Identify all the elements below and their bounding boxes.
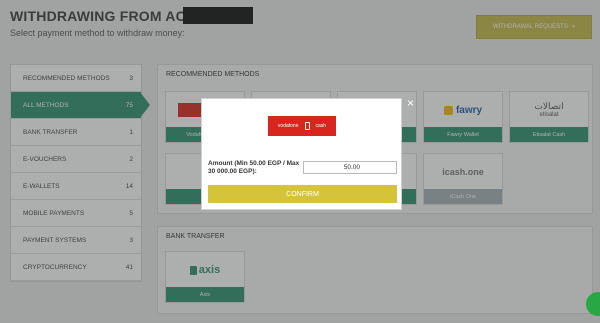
phone-icon <box>304 122 310 130</box>
close-icon[interactable]: × <box>407 97 414 109</box>
amount-modal: vodafone cash Amount (Min 50.00 EGP / Ma… <box>201 98 402 210</box>
confirm-button[interactable]: CONFIRM <box>208 185 397 203</box>
amount-input[interactable] <box>303 161 397 174</box>
amount-label: Amount (Min 50.00 EGP / Max 30 000.00 EG… <box>208 160 300 176</box>
vodafone-cash-logo: vodafone cash <box>268 116 336 136</box>
